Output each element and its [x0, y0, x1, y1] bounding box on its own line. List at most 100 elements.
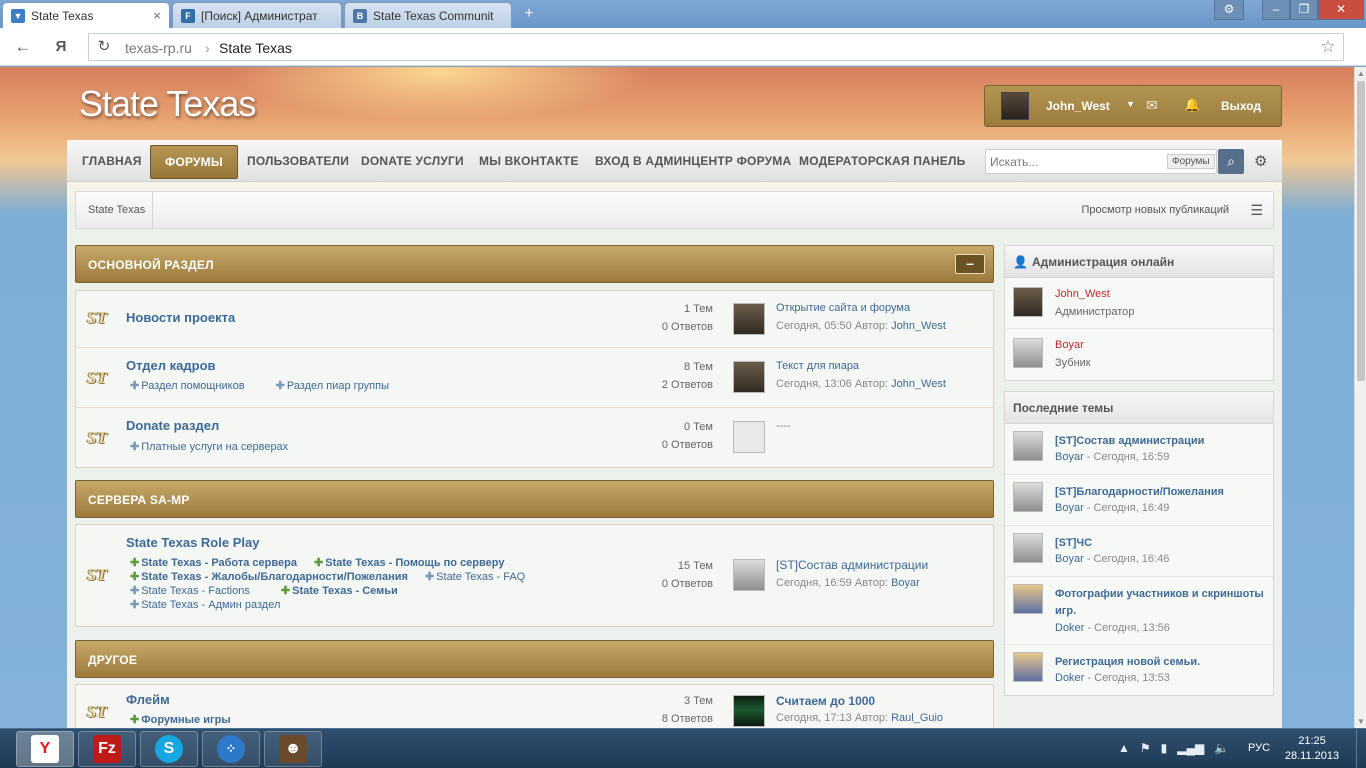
maximize-icon[interactable]: ❐ — [1290, 0, 1318, 20]
subforum-link[interactable]: ✚ State Texas - Семьи — [281, 585, 398, 597]
last-post-title[interactable]: Открытие сайта и форума — [776, 302, 910, 314]
taskbar-gta[interactable]: ☻ — [264, 731, 322, 767]
collapse-button[interactable]: – — [955, 254, 985, 274]
topic-title[interactable]: Фотографии участников и скриншоты игр. — [1055, 586, 1265, 620]
scrollbar-thumb[interactable] — [1357, 81, 1365, 381]
avatar[interactable] — [1013, 338, 1043, 368]
avatar[interactable] — [1013, 287, 1043, 317]
admin-name[interactable]: Boyar — [1055, 339, 1084, 351]
power-icon[interactable]: ▮ — [1161, 741, 1168, 755]
last-post-author[interactable]: John_West — [891, 378, 946, 390]
nav-forums[interactable]: ФОРУМЫ — [150, 145, 238, 179]
forum-title[interactable]: Отдел кадров — [126, 358, 216, 373]
subforum-link[interactable]: ✚ State Texas - Жалобы/Благодарности/Поже… — [130, 571, 408, 583]
subforum-link[interactable]: ✚ Раздел пиар группы — [276, 380, 403, 392]
mail-icon[interactable]: ✉ — [1146, 97, 1158, 114]
nav-moderator-panel[interactable]: МОДЕРАТОРСКАЯ ПАНЕЛЬ — [799, 154, 965, 168]
last-post-author[interactable]: John_West — [891, 320, 946, 332]
avatar[interactable] — [733, 559, 765, 591]
new-posts-link[interactable]: Просмотр новых публикаций — [1081, 204, 1229, 216]
avatar[interactable] — [1013, 482, 1043, 512]
nav-donate[interactable]: DONATE УСЛУГИ — [361, 154, 464, 168]
avatar[interactable] — [1013, 584, 1043, 614]
last-post-author[interactable]: Boyar — [891, 577, 920, 589]
address-bar[interactable]: ↻ texas-rp.ru › State Texas ☆ — [88, 33, 1344, 61]
bookmark-star-icon[interactable]: ☆ — [1317, 36, 1339, 58]
last-post-title[interactable]: Текст для пиара — [776, 360, 859, 372]
tab-vk-community[interactable]: B State Texas Communit — [344, 2, 512, 28]
avatar[interactable] — [1013, 652, 1043, 682]
topic-author[interactable]: Boyar — [1055, 553, 1084, 565]
subforum-link[interactable]: ✚ State Texas - Админ раздел — [130, 599, 294, 611]
subforum-link[interactable]: ✚ State Texas - FAQ — [425, 571, 539, 583]
search-input[interactable] — [986, 150, 1166, 173]
avatar[interactable] — [733, 303, 765, 335]
taskbar-yandex[interactable]: Y — [16, 731, 74, 767]
subforum-link[interactable]: ✚ State Texas - Factions — [130, 585, 264, 597]
avatar[interactable] — [733, 361, 765, 393]
tab-state-texas[interactable]: ▼ State Texas × — [2, 2, 170, 28]
subforum-link[interactable]: ✚ State Texas - Работа сервера — [130, 557, 297, 569]
show-hidden-icons[interactable]: ▲ — [1118, 741, 1130, 755]
last-post-title[interactable]: [ST]Состав администрации — [776, 558, 928, 572]
nav-home[interactable]: ГЛАВНАЯ — [82, 154, 142, 168]
logout-link[interactable]: Выход — [1221, 99, 1261, 113]
user-name[interactable]: John_West — [1046, 99, 1110, 113]
nav-users[interactable]: ПОЛЬЗОВАТЕЛИ — [247, 154, 349, 168]
topic-title[interactable]: [ST]ЧС — [1055, 535, 1265, 552]
subforum-link[interactable]: ✚ Форумные игры — [130, 714, 231, 726]
taskbar-hub[interactable]: ⁘ — [202, 731, 260, 767]
tab-search-admin[interactable]: F [Поиск] Администрат — [172, 2, 342, 28]
scroll-up-icon[interactable]: ▲ — [1355, 69, 1366, 78]
clock[interactable]: 21:25 28.11.2013 — [1282, 734, 1342, 764]
last-post-title[interactable]: Считаем до 1000 — [776, 694, 875, 708]
category-title[interactable]: ОСНОВНОЙ РАЗДЕЛ — [88, 258, 214, 272]
yandex-logo-icon[interactable]: Я — [50, 36, 72, 58]
last-post-author[interactable]: Raul_Guio — [891, 712, 943, 724]
minimize-icon[interactable]: – — [1262, 0, 1290, 20]
taskbar-skype[interactable]: S — [140, 731, 198, 767]
show-desktop-button[interactable] — [1356, 729, 1366, 768]
forum-title[interactable]: Флейм — [126, 692, 170, 707]
volume-icon[interactable]: 🔈 — [1214, 741, 1229, 755]
chevron-down-icon[interactable]: ▼ — [1126, 99, 1135, 109]
page-scrollbar[interactable]: ▲ ▼ — [1354, 67, 1366, 728]
topic-author[interactable]: Doker — [1055, 672, 1084, 684]
category-title[interactable]: СЕРВЕРА SA-MP — [88, 493, 190, 507]
avatar[interactable] — [733, 695, 765, 727]
close-window-icon[interactable]: ✕ — [1318, 0, 1364, 20]
taskbar-filezilla[interactable]: Fz — [78, 731, 136, 767]
forum-title[interactable]: State Texas Role Play — [126, 535, 259, 550]
scroll-down-icon[interactable]: ▼ — [1355, 717, 1366, 726]
language-indicator[interactable]: РУС — [1248, 742, 1270, 754]
forum-title[interactable]: Новости проекта — [126, 310, 235, 325]
breadcrumb-home[interactable]: State Texas — [88, 204, 145, 216]
close-icon[interactable]: × — [153, 8, 161, 23]
topic-title[interactable]: Регистрация новой семьи. — [1055, 654, 1265, 671]
topic-author[interactable]: Boyar — [1055, 451, 1084, 463]
subforum-link[interactable]: ✚ State Texas - Помощь по серверу — [314, 557, 504, 569]
topic-title[interactable]: [ST]Благодарности/Пожелания — [1055, 484, 1265, 501]
list-icon[interactable]: ☰ — [1250, 202, 1263, 219]
admin-name[interactable]: John_West — [1055, 288, 1110, 300]
topic-title[interactable]: [ST]Состав администрации — [1055, 433, 1265, 450]
nav-admincenter[interactable]: ВХОД В АДМИНЦЕНТР ФОРУМА — [595, 154, 791, 168]
flag-icon[interactable]: ⚑ — [1140, 741, 1151, 755]
gear-icon[interactable]: ⚙ — [1254, 152, 1267, 170]
topic-author[interactable]: Doker — [1055, 622, 1084, 634]
topic-author[interactable]: Boyar — [1055, 502, 1084, 514]
bell-icon[interactable]: 🔔 — [1184, 97, 1200, 113]
nav-vkontakte[interactable]: МЫ ВКОНТАКТЕ — [479, 154, 579, 168]
new-tab-icon[interactable]: + — [518, 6, 540, 22]
category-title[interactable]: ДРУГОЕ — [88, 653, 137, 667]
avatar[interactable] — [1013, 533, 1043, 563]
search-scope[interactable]: Форумы — [1167, 154, 1215, 169]
subforum-link[interactable]: ✚ Платные услуги на серверах — [130, 441, 302, 453]
subforum-link[interactable]: ✚ Раздел помощников — [130, 380, 259, 392]
forum-title[interactable]: Donate раздел — [126, 418, 219, 433]
site-logo[interactable]: State Texas — [79, 83, 256, 125]
reload-icon[interactable]: ↻ — [93, 36, 115, 58]
search-button[interactable]: ⌕ — [1218, 149, 1244, 174]
avatar[interactable] — [1013, 431, 1043, 461]
user-avatar[interactable] — [1001, 92, 1029, 120]
